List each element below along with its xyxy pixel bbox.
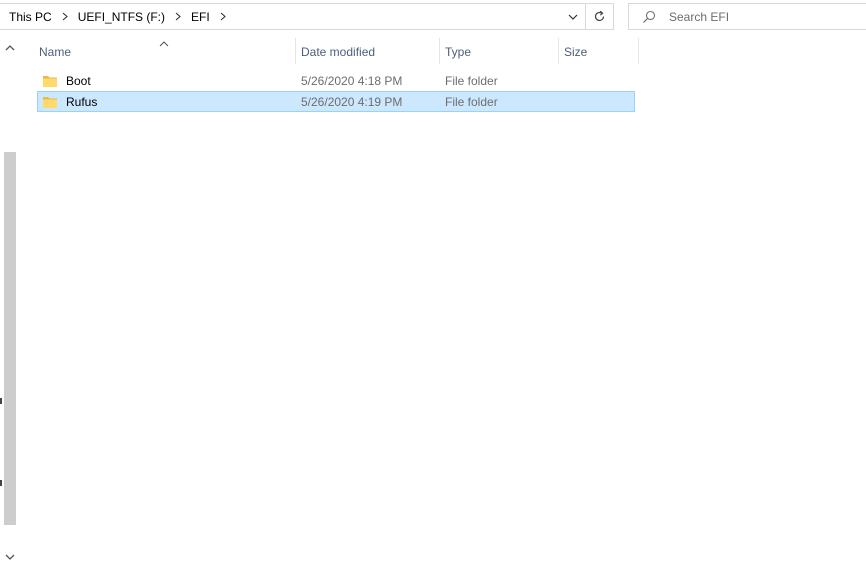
column-header-row: Name Date modified Type Size <box>19 38 639 66</box>
chevron-right-icon[interactable] <box>216 4 230 29</box>
file-name: Boot <box>66 73 91 88</box>
column-header-type[interactable]: Type <box>439 38 558 65</box>
vertical-scrollbar[interactable] <box>0 38 19 568</box>
file-list: Boot 5/26/2020 4:18 PM File folder Rufus… <box>37 70 635 112</box>
column-header-name-label: Name <box>39 44 72 59</box>
breadcrumb: This PC UEFI_NTFS (F:) EFI <box>0 4 561 29</box>
file-type: File folder <box>445 73 498 88</box>
file-row[interactable]: Rufus 5/26/2020 4:19 PM File folder <box>37 91 635 112</box>
address-dropdown-button[interactable] <box>561 4 585 29</box>
refresh-icon <box>593 10 606 23</box>
column-divider[interactable] <box>638 38 639 64</box>
refresh-button[interactable] <box>586 3 614 30</box>
search-input[interactable] <box>669 9 849 24</box>
file-name-cell: Boot <box>42 71 91 90</box>
file-type: File folder <box>445 94 498 109</box>
address-bar[interactable]: This PC UEFI_NTFS (F:) EFI <box>0 3 586 30</box>
scroll-up-arrow-icon[interactable] <box>4 42 16 54</box>
column-header-name[interactable]: Name <box>33 38 295 65</box>
column-header-date-label: Date modified <box>301 44 376 59</box>
breadcrumb-this-pc[interactable]: This PC <box>9 10 52 24</box>
column-header-date-modified[interactable]: Date modified <box>295 38 439 65</box>
chevron-right-icon[interactable] <box>58 4 72 29</box>
scrollbar-thumb[interactable] <box>4 152 16 525</box>
file-row[interactable]: Boot 5/26/2020 4:18 PM File folder <box>37 70 635 91</box>
folder-icon <box>42 73 58 89</box>
window-edge-mark <box>0 480 2 486</box>
search-icon <box>642 10 656 24</box>
folder-icon <box>42 94 58 110</box>
file-date: 5/26/2020 4:19 PM <box>301 94 403 109</box>
search-box[interactable] <box>628 3 866 30</box>
scroll-down-arrow-icon[interactable] <box>4 551 16 563</box>
column-header-size[interactable]: Size <box>558 38 638 65</box>
file-name-cell: Rufus <box>42 92 97 111</box>
breadcrumb-uefi-ntfs[interactable]: UEFI_NTFS (F:) <box>78 10 165 24</box>
window-edge-mark <box>0 398 2 404</box>
column-header-type-label: Type <box>445 44 472 59</box>
file-name: Rufus <box>66 94 98 109</box>
chevron-right-icon[interactable] <box>171 4 185 29</box>
column-header-size-label: Size <box>564 44 588 59</box>
file-date: 5/26/2020 4:18 PM <box>301 73 403 88</box>
chevron-down-icon <box>568 14 578 20</box>
breadcrumb-efi[interactable]: EFI <box>191 10 210 24</box>
